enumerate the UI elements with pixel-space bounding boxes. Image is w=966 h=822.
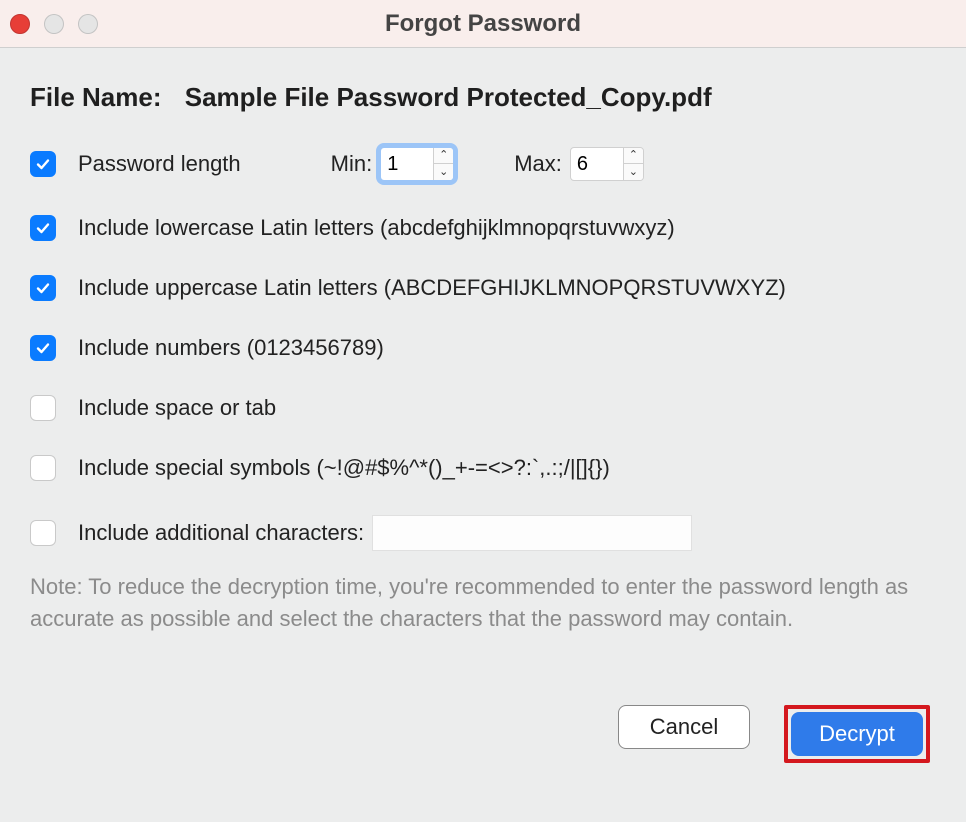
option-space: Include space or tab xyxy=(30,395,936,421)
option-label: Include numbers (0123456789) xyxy=(78,335,384,361)
additional-characters-input[interactable] xyxy=(372,515,692,551)
checkbox-additional[interactable] xyxy=(30,520,56,546)
zoom-window-button[interactable] xyxy=(78,14,98,34)
option-password-length: Password length Min: ⌃ ⌄ Max: ⌃ ⌄ xyxy=(30,147,936,181)
window-controls xyxy=(10,14,98,34)
option-symbols: Include special symbols (~!@#$%^*()_+-=<… xyxy=(30,455,936,481)
check-icon xyxy=(35,220,51,236)
checkbox-lowercase[interactable] xyxy=(30,215,56,241)
close-window-button[interactable] xyxy=(10,14,30,34)
option-label: Password length xyxy=(78,151,241,177)
decrypt-button[interactable]: Decrypt xyxy=(791,712,923,756)
checkbox-password-length[interactable] xyxy=(30,151,56,177)
checkbox-numbers[interactable] xyxy=(30,335,56,361)
dialog-content: File Name: Sample File Password Protecte… xyxy=(0,48,966,763)
min-label: Min: xyxy=(331,151,373,177)
min-step-down[interactable]: ⌄ xyxy=(434,164,453,181)
file-name-label: File Name: xyxy=(30,82,162,112)
checkbox-space[interactable] xyxy=(30,395,56,421)
file-row: File Name: Sample File Password Protecte… xyxy=(30,82,936,113)
max-stepper: ⌃ ⌄ xyxy=(570,147,644,181)
option-label: Include lowercase Latin letters (abcdefg… xyxy=(78,215,675,241)
note-text: Note: To reduce the decryption time, you… xyxy=(30,571,936,635)
max-step-down[interactable]: ⌄ xyxy=(624,164,643,181)
option-label: Include space or tab xyxy=(78,395,276,421)
file-name-value: Sample File Password Protected_Copy.pdf xyxy=(185,82,712,112)
button-row: Cancel Decrypt xyxy=(30,705,936,763)
max-input[interactable] xyxy=(571,149,623,180)
option-lowercase: Include lowercase Latin letters (abcdefg… xyxy=(30,215,936,241)
check-icon xyxy=(35,340,51,356)
length-controls: Min: ⌃ ⌄ Max: ⌃ ⌄ xyxy=(331,147,644,181)
min-stepper: ⌃ ⌄ xyxy=(380,147,454,181)
min-input[interactable] xyxy=(381,149,433,180)
max-step-up[interactable]: ⌃ xyxy=(624,147,643,164)
titlebar: Forgot Password xyxy=(0,0,966,48)
check-icon xyxy=(35,280,51,296)
option-numbers: Include numbers (0123456789) xyxy=(30,335,936,361)
cancel-button[interactable]: Cancel xyxy=(618,705,750,749)
min-step-up[interactable]: ⌃ xyxy=(434,147,453,164)
window-title: Forgot Password xyxy=(385,10,581,38)
option-additional: Include additional characters: xyxy=(30,515,936,551)
option-uppercase: Include uppercase Latin letters (ABCDEFG… xyxy=(30,275,936,301)
minimize-window-button[interactable] xyxy=(44,14,64,34)
decrypt-highlight: Decrypt xyxy=(784,705,930,763)
check-icon xyxy=(35,156,51,172)
checkbox-uppercase[interactable] xyxy=(30,275,56,301)
max-label: Max: xyxy=(514,151,562,177)
checkbox-symbols[interactable] xyxy=(30,455,56,481)
option-label: Include special symbols (~!@#$%^*()_+-=<… xyxy=(78,455,610,481)
option-label: Include uppercase Latin letters (ABCDEFG… xyxy=(78,275,786,301)
option-label: Include additional characters: xyxy=(78,520,364,546)
